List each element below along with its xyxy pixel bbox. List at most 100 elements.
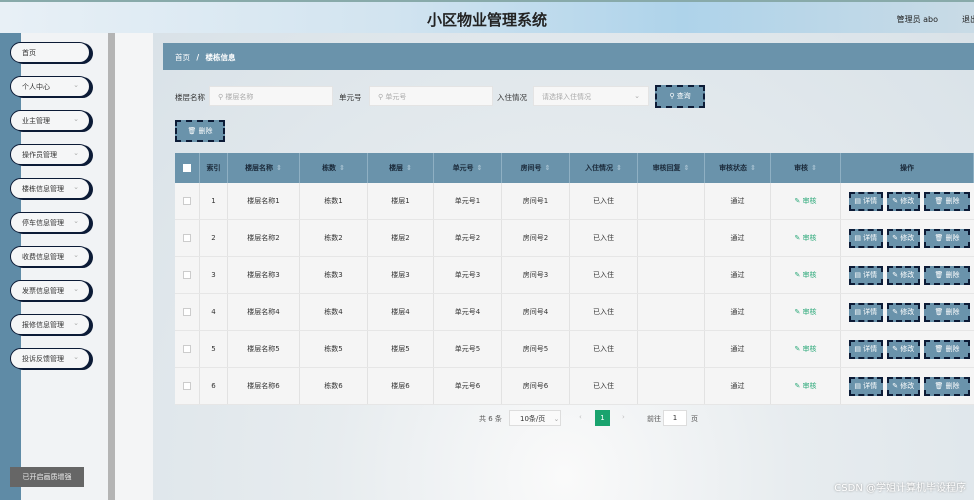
enhance-badge: 已开启画质增强 xyxy=(10,467,84,487)
unit-input[interactable]: ⚲ 单元号 xyxy=(369,86,493,106)
edit-button[interactable]: ✎ 修改 xyxy=(886,191,920,211)
sidebar-item[interactable]: 楼栋信息管理 ⌄ xyxy=(10,178,90,199)
row-delete-button[interactable]: 🗑 删除 xyxy=(924,265,970,285)
next-page-button[interactable]: › xyxy=(622,413,625,421)
detail-button[interactable]: ▤ 详情 xyxy=(849,376,883,396)
sidebar-item[interactable]: 个人中心 ⌄ xyxy=(10,76,90,97)
total-count: 共 6 条 xyxy=(479,415,502,423)
row-checkbox[interactable] xyxy=(183,197,191,205)
sidebar-item-label: 楼栋信息管理 xyxy=(22,185,64,193)
sort-icon[interactable]: ⇕ xyxy=(276,164,282,172)
breadcrumb-home[interactable]: 首页 xyxy=(175,53,190,62)
status-select[interactable]: 请选择入住情况 ⌄ xyxy=(533,86,649,106)
sidebar-item-label: 个人中心 xyxy=(22,83,50,91)
page-size-select[interactable]: 10条/页 ⌄ xyxy=(509,410,561,426)
chevron-down-icon: ⌄ xyxy=(73,115,79,123)
goto-page-input[interactable]: 1 xyxy=(663,410,687,426)
table-cell: 房间号6 xyxy=(502,368,570,404)
detail-button[interactable]: ▤ 详情 xyxy=(849,228,883,248)
table-cell: 4 xyxy=(200,294,228,330)
document-icon: ▤ xyxy=(854,196,861,205)
row-delete-button[interactable]: 🗑 删除 xyxy=(924,376,970,396)
detail-button[interactable]: ▤ 详情 xyxy=(849,265,883,285)
sort-icon[interactable]: ⇕ xyxy=(339,164,345,172)
logout-link[interactable]: 退出 xyxy=(962,14,974,25)
sort-icon[interactable]: ⇕ xyxy=(545,164,551,172)
row-delete-button[interactable]: 🗑 删除 xyxy=(924,191,970,211)
sort-icon[interactable]: ⇕ xyxy=(477,164,483,172)
table-cell: 栋数5 xyxy=(300,331,368,367)
document-icon: ▤ xyxy=(854,307,861,316)
detail-button[interactable]: ▤ 详情 xyxy=(849,339,883,359)
table-cell: 楼层名称2 xyxy=(228,220,300,256)
detail-button[interactable]: ▤ 详情 xyxy=(849,191,883,211)
chevron-down-icon: ⌄ xyxy=(73,217,79,225)
sidebar-item[interactable]: 发票信息管理 ⌄ xyxy=(10,280,90,301)
table-cell: 房间号2 xyxy=(502,220,570,256)
row-checkbox[interactable] xyxy=(183,234,191,242)
edit-button[interactable]: ✎ 修改 xyxy=(886,302,920,322)
table-cell: 通过 xyxy=(705,183,771,219)
row-checkbox[interactable] xyxy=(183,345,191,353)
breadcrumb: 首页 / 楼栋信息 xyxy=(163,43,974,70)
edit-button[interactable]: ✎ 修改 xyxy=(886,339,920,359)
row-delete-button[interactable]: 🗑 删除 xyxy=(924,302,970,322)
audit-link[interactable]: ✎ 审核 xyxy=(771,257,841,293)
sort-icon[interactable]: ⇕ xyxy=(406,164,412,172)
table-cell: 单元号6 xyxy=(434,368,502,404)
audit-link[interactable]: ✎ 审核 xyxy=(771,294,841,330)
watermark: CSDN @学姐计算机毕设程序 xyxy=(834,483,966,494)
detail-button[interactable]: ▤ 详情 xyxy=(849,302,883,322)
row-checkbox[interactable] xyxy=(183,308,191,316)
row-delete-button[interactable]: 🗑 删除 xyxy=(924,228,970,248)
query-button[interactable]: ⚲ 查询 xyxy=(655,85,705,108)
table-cell: 6 xyxy=(200,368,228,404)
row-delete-button[interactable]: 🗑 删除 xyxy=(924,339,970,359)
sort-icon[interactable]: ⇕ xyxy=(616,164,622,172)
sidebar-item-label: 停车信息管理 xyxy=(22,219,64,227)
table-cell: 3 xyxy=(200,257,228,293)
edit-button[interactable]: ✎ 修改 xyxy=(886,265,920,285)
sidebar-item-label: 操作员管理 xyxy=(22,151,57,159)
sort-icon[interactable]: ⇕ xyxy=(750,164,756,172)
sidebar-item[interactable]: 业主管理 ⌄ xyxy=(10,110,90,131)
prev-page-button[interactable]: ‹ xyxy=(579,413,582,421)
audit-link[interactable]: ✎ 审核 xyxy=(771,183,841,219)
column-header: 房间号 ⇕ xyxy=(502,153,570,183)
audit-link[interactable]: ✎ 审核 xyxy=(771,331,841,367)
sidebar-item[interactable]: 收费信息管理 ⌄ xyxy=(10,246,90,267)
table-cell: 楼层名称4 xyxy=(228,294,300,330)
row-checkbox[interactable] xyxy=(183,271,191,279)
edit-icon: ✎ xyxy=(892,233,899,242)
column-header: 审核状态 ⇕ xyxy=(705,153,771,183)
delete-button[interactable]: 🗑 删除 xyxy=(175,120,225,142)
sort-icon[interactable]: ⇕ xyxy=(811,164,817,172)
column-header: 楼层名称 ⇕ xyxy=(228,153,300,183)
table-cell: 已入住 xyxy=(570,368,638,404)
sidebar-item[interactable]: 停车信息管理 ⌄ xyxy=(10,212,90,233)
sidebar-item[interactable]: 投诉反馈管理 ⌄ xyxy=(10,348,90,369)
sidebar-item[interactable]: 首页 xyxy=(10,42,90,63)
sidebar-item[interactable]: 操作员管理 ⌄ xyxy=(10,144,90,165)
edit-icon: ✎ xyxy=(892,196,899,205)
edit-icon: ✎ xyxy=(794,234,801,242)
audit-link[interactable]: ✎ 审核 xyxy=(771,220,841,256)
sidebar-item[interactable]: 报修信息管理 ⌄ xyxy=(10,314,90,335)
edit-icon: ✎ xyxy=(892,307,899,316)
table-cell: 楼层3 xyxy=(368,257,434,293)
table-cell: 通过 xyxy=(705,331,771,367)
table-cell: 房间号4 xyxy=(502,294,570,330)
edit-icon: ✎ xyxy=(794,345,801,353)
select-all-checkbox[interactable] xyxy=(183,164,191,172)
floor-name-input[interactable]: ⚲ 楼层名称 xyxy=(209,86,333,106)
table-cell: 通过 xyxy=(705,257,771,293)
audit-link[interactable]: ✎ 审核 xyxy=(771,368,841,404)
row-checkbox[interactable] xyxy=(183,382,191,390)
edit-button[interactable]: ✎ 修改 xyxy=(886,228,920,248)
document-icon: ▤ xyxy=(854,233,861,242)
sort-icon[interactable]: ⇕ xyxy=(684,164,690,172)
edit-button[interactable]: ✎ 修改 xyxy=(886,376,920,396)
page-1-button[interactable]: 1 xyxy=(595,410,610,426)
sidebar-scrollbar[interactable] xyxy=(108,33,115,500)
table-cell: 1 xyxy=(200,183,228,219)
